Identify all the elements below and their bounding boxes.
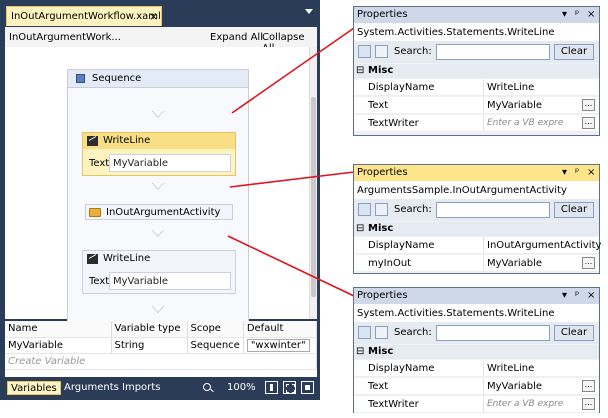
ellipsis-button[interactable]: ... [582,99,595,111]
category-row-misc[interactable]: ⊟ Misc [354,64,599,78]
clear-button[interactable]: Clear [554,325,594,341]
property-value-text: MyVariable [487,100,543,111]
property-row[interactable]: Text MyVariable... [354,378,599,395]
property-row[interactable]: Text MyVariable... [354,97,599,114]
property-value[interactable]: WriteLine [483,360,597,376]
properties-panel-2: Properties ▾ ᵖ × ArgumentsSample.InOutAr… [353,164,601,274]
property-row[interactable]: TextWriter Enter a VB expre... [354,115,599,132]
property-row[interactable]: TextWriter Enter a VB expre... [354,396,599,413]
properties-panel-2-toolbar: Search: Clear [354,199,599,221]
collapse-category-icon[interactable]: ⊟ [356,223,364,234]
properties-panel-2-title: Properties [357,167,408,178]
properties-panel-3-titlebar: Properties ▾ ᵖ × [354,288,599,304]
ellipsis-button[interactable]: ... [582,380,595,392]
dropdown-icon[interactable]: ▾ [562,9,567,20]
connector-line-2 [229,171,355,188]
category-row-misc[interactable]: ⊟ Misc [354,222,599,236]
alphabetical-sort-icon[interactable] [375,326,388,339]
property-name: myInOut [368,258,412,269]
property-name: Text [368,100,389,111]
dropdown-icon[interactable]: ▾ [562,167,567,178]
properties-search-input[interactable] [436,44,550,60]
property-value-text: WriteLine [487,82,535,93]
property-value[interactable]: MyVariable... [483,97,597,113]
property-value-text: WriteLine [487,363,535,374]
property-name: DisplayName [368,363,435,374]
properties-panel-2-titlebar: Properties ▾ ᵖ × [354,165,599,181]
ellipsis-button[interactable]: ... [582,257,595,269]
categorized-view-icon[interactable] [358,45,371,58]
properties-panel-3: Properties ▾ ᵖ × System.Activities.State… [353,287,600,413]
close-icon[interactable]: × [587,9,595,20]
property-value[interactable]: Enter a VB expre... [483,396,597,412]
pin-icon[interactable]: ᵖ [575,167,579,178]
connector-line-1 [231,27,355,114]
pin-icon[interactable]: ᵖ [575,9,579,20]
property-row[interactable]: DisplayName WriteLine [354,79,599,96]
property-value[interactable]: Enter a VB expre... [483,115,597,131]
property-name: TextWriter [368,118,419,129]
clear-button[interactable]: Clear [554,44,594,60]
category-label: Misc [368,65,394,76]
properties-panel-3-type-name: System.Activities.Statements.WriteLine [357,308,555,319]
categorized-view-icon[interactable] [358,203,371,216]
properties-panel-1-type-name: System.Activities.Statements.WriteLine [357,27,555,38]
search-label: Search: [394,204,432,215]
properties-panel-3-title: Properties [357,290,408,301]
property-hint-text: Enter a VB expre [487,118,564,128]
properties-panel-3-toolbar: Search: Clear [354,322,599,344]
property-value-text: MyVariable [487,381,543,392]
collapse-category-icon[interactable]: ⊟ [356,65,364,76]
property-value-text: MyVariable [487,258,543,269]
search-label: Search: [394,327,432,338]
search-label: Search: [394,46,432,57]
property-value-text: InOutArgumentActivity [487,240,602,251]
properties-panel-1: Properties ▾ ᵖ × System.Activities.State… [353,6,600,136]
pin-icon[interactable]: ᵖ [575,290,579,301]
category-row-misc[interactable]: ⊟ Misc [354,345,599,359]
clear-button[interactable]: Clear [554,202,594,218]
alphabetical-sort-icon[interactable] [375,203,388,216]
close-icon[interactable]: × [587,167,595,178]
properties-panel-1-titlebar: Properties ▾ ᵖ × [354,7,599,23]
property-value[interactable]: MyVariable... [483,255,597,271]
property-row[interactable]: DisplayName WriteLine [354,360,599,377]
ellipsis-button[interactable]: ... [582,117,595,129]
property-value[interactable]: MyVariable... [483,378,597,394]
category-label: Misc [368,223,394,234]
properties-search-input[interactable] [436,325,550,341]
collapse-category-icon[interactable]: ⊟ [356,346,364,357]
property-row[interactable]: myInOut MyVariable... [354,255,599,272]
close-icon[interactable]: × [587,290,595,301]
categorized-view-icon[interactable] [358,326,371,339]
properties-panel-1-title: Properties [357,9,408,20]
property-hint-text: Enter a VB expre [487,399,564,409]
category-label: Misc [368,346,394,357]
alphabetical-sort-icon[interactable] [375,45,388,58]
properties-search-input[interactable] [436,202,550,218]
property-value[interactable]: WriteLine [483,79,597,95]
ellipsis-button[interactable]: ... [582,398,595,410]
property-name: Text [368,381,389,392]
properties-panel-2-type-name: ArgumentsSample.InOutArgumentActivity [357,185,567,196]
property-name: TextWriter [368,399,419,410]
property-name: DisplayName [368,82,435,93]
property-row[interactable]: DisplayName InOutArgumentActivity [354,237,601,254]
property-name: DisplayName [368,240,435,251]
properties-panel-2-type: ArgumentsSample.InOutArgumentActivity [354,181,599,199]
connector-line-3 [227,235,355,297]
properties-panel-1-type: System.Activities.Statements.WriteLine [354,23,599,41]
dropdown-icon[interactable]: ▾ [562,290,567,301]
properties-panel-1-toolbar: Search: Clear [354,41,599,63]
property-value[interactable]: InOutArgumentActivity [483,237,601,253]
properties-panel-3-type: System.Activities.Statements.WriteLine [354,304,599,322]
